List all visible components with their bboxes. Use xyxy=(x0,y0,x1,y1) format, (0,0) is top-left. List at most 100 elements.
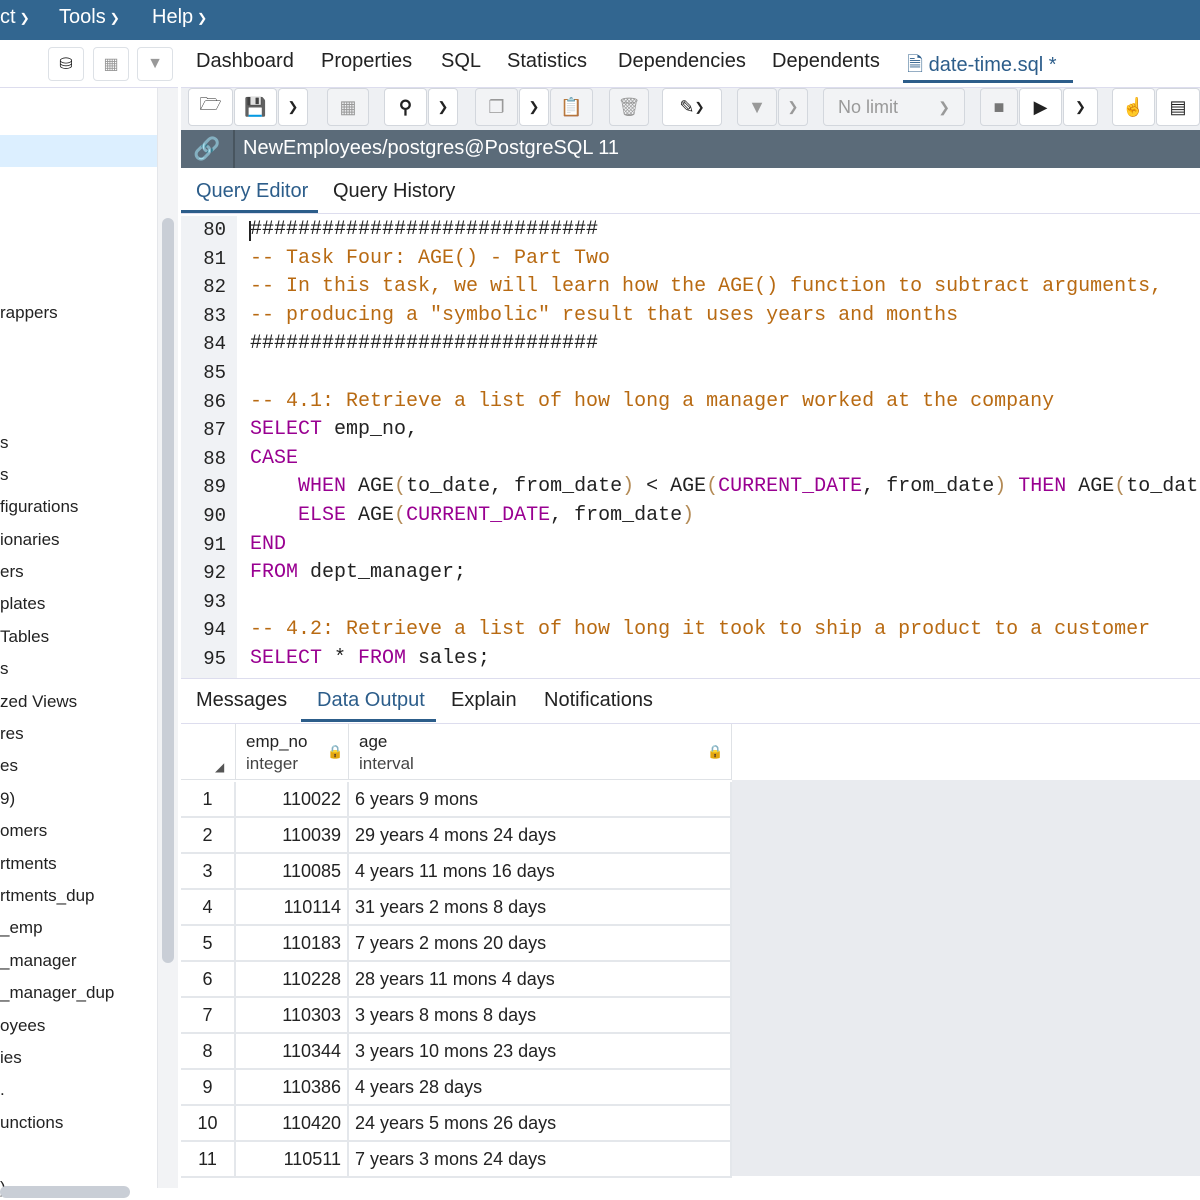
table-row[interactable]: 3 110085 4 years 11 mons 16 days xyxy=(181,854,732,890)
paste-button[interactable]: 📋 xyxy=(550,88,593,126)
cell-emp-no[interactable]: 110085 xyxy=(236,854,349,888)
tree-scrollbar-thumb[interactable] xyxy=(162,218,174,963)
cell-age[interactable]: 7 years 2 mons 20 days xyxy=(349,926,732,960)
tree-item[interactable] xyxy=(0,265,157,297)
connection-bar[interactable]: 🔗 NewEmployees/postgres@PostgreSQL 11 xyxy=(181,130,1200,168)
tree-item[interactable]: ies xyxy=(0,1042,157,1074)
tree-item[interactable]: unctions xyxy=(0,1107,157,1139)
cell-emp-no[interactable]: 110344 xyxy=(236,1034,349,1068)
cell-emp-no[interactable]: 110114 xyxy=(236,890,349,924)
delete-button[interactable]: 🗑 xyxy=(609,88,649,126)
filter-button[interactable]: ▼ xyxy=(737,88,777,126)
tree-item[interactable]: res xyxy=(0,718,157,750)
cell-emp-no[interactable]: 110228 xyxy=(236,962,349,996)
menu-help[interactable]: Help ❯ xyxy=(152,6,207,29)
row-number[interactable]: 6 xyxy=(181,962,236,996)
cell-emp-no[interactable]: 110386 xyxy=(236,1070,349,1104)
cell-emp-no[interactable]: 110022 xyxy=(236,782,349,816)
tab-query-history[interactable]: Query History xyxy=(333,180,455,203)
tab-dependents[interactable]: Dependents xyxy=(772,50,880,73)
tree-item[interactable]: s xyxy=(0,459,157,491)
cell-emp-no[interactable]: 110511 xyxy=(236,1142,349,1176)
limit-select[interactable]: No limit ❯ xyxy=(823,88,965,126)
tree-item[interactable] xyxy=(0,394,157,426)
row-number[interactable]: 8 xyxy=(181,1034,236,1068)
tree-item[interactable] xyxy=(0,329,157,361)
tab-query-editor[interactable]: Query Editor xyxy=(196,180,308,203)
execute-button[interactable]: ▶ xyxy=(1019,88,1062,126)
cell-age[interactable]: 3 years 8 mons 8 days xyxy=(349,998,732,1032)
cell-age[interactable]: 31 years 2 mons 8 days xyxy=(349,890,732,924)
query-tool-button[interactable]: ⛁ xyxy=(48,47,84,81)
row-number[interactable]: 7 xyxy=(181,998,236,1032)
column-header-age[interactable]: age interval 🔒 xyxy=(349,724,732,780)
tree-item[interactable] xyxy=(0,232,157,264)
tree-item[interactable] xyxy=(0,167,157,199)
cell-age[interactable]: 7 years 3 mons 24 days xyxy=(349,1142,732,1176)
cell-emp-no[interactable]: 110303 xyxy=(236,998,349,1032)
tree-horizontal-scrollbar[interactable] xyxy=(0,1186,130,1198)
menu-tools[interactable]: Tools ❯ xyxy=(59,6,120,29)
tree-item[interactable]: rtments_dup xyxy=(0,880,157,912)
filter-rows-button[interactable]: ▼ xyxy=(137,47,173,81)
cell-emp-no[interactable]: 110183 xyxy=(236,926,349,960)
tab-data-output[interactable]: Data Output xyxy=(317,689,425,712)
menu-object[interactable]: ct ❯ xyxy=(0,6,30,29)
tree-item[interactable]: oyees xyxy=(0,1010,157,1042)
cell-age[interactable]: 4 years 28 days xyxy=(349,1070,732,1104)
open-file-button[interactable]: 🗁 xyxy=(188,88,233,126)
tree-item[interactable]: figurations xyxy=(0,491,157,523)
row-number[interactable]: 5 xyxy=(181,926,236,960)
explain-button[interactable]: ☝ xyxy=(1112,88,1155,126)
table-row[interactable]: 6 110228 28 years 11 mons 4 days xyxy=(181,962,732,998)
tree-item[interactable]: 9) xyxy=(0,783,157,815)
tree-item[interactable]: omers xyxy=(0,815,157,847)
save-button[interactable]: 💾 xyxy=(234,88,277,126)
cell-age[interactable]: 28 years 11 mons 4 days xyxy=(349,962,732,996)
tab-sql[interactable]: SQL xyxy=(441,50,481,73)
tab-dependencies[interactable]: Dependencies xyxy=(618,50,746,73)
tab-explain[interactable]: Explain xyxy=(451,689,517,712)
tree-item[interactable]: es xyxy=(0,750,157,782)
cell-age[interactable]: 3 years 10 mons 23 days xyxy=(349,1034,732,1068)
row-number[interactable]: 3 xyxy=(181,854,236,888)
select-all-corner[interactable]: ◢ xyxy=(181,724,236,780)
tree-item[interactable]: _manager xyxy=(0,945,157,977)
tree-item[interactable]: Tables xyxy=(0,621,157,653)
tab-messages[interactable]: Messages xyxy=(196,689,287,712)
column-header-emp-no[interactable]: emp_no integer 🔒 xyxy=(236,724,349,780)
find-dropdown[interactable]: ❯ xyxy=(428,88,458,126)
tree-item[interactable]: zed Views xyxy=(0,686,157,718)
cell-age[interactable]: 29 years 4 mons 24 days xyxy=(349,818,732,852)
cell-age[interactable]: 4 years 11 mons 16 days xyxy=(349,854,732,888)
table-row[interactable]: 5 110183 7 years 2 mons 20 days xyxy=(181,926,732,962)
view-data-button[interactable]: ▦ xyxy=(93,47,129,81)
tree-item[interactable] xyxy=(0,362,157,394)
tree-item[interactable]: rappers xyxy=(0,297,157,329)
stop-button[interactable]: ■ xyxy=(980,88,1018,126)
execute-dropdown[interactable]: ❯ xyxy=(1063,88,1098,126)
save-dropdown[interactable]: ❯ xyxy=(278,88,308,126)
tree-item[interactable]: s xyxy=(0,653,157,685)
row-number[interactable]: 2 xyxy=(181,818,236,852)
tree-item[interactable] xyxy=(0,135,157,168)
sql-editor[interactable]: 80 81 82 83 84 85 86 87 88 89 90 91 92 93 94 95 #######… xyxy=(181,216,1200,678)
find-button[interactable]: ⚲ xyxy=(384,88,427,126)
tab-statistics[interactable]: Statistics xyxy=(507,50,587,73)
filter-dropdown[interactable]: ❯ xyxy=(778,88,808,126)
tree-item[interactable]: rtments xyxy=(0,848,157,880)
edit-data-button[interactable]: ▦ xyxy=(327,88,369,126)
tab-date-time-sql[interactable]: 🗎 date-time.sql * xyxy=(907,50,1057,84)
explain-analyze-button[interactable]: ▤ xyxy=(1156,88,1200,126)
table-row[interactable]: 7 110303 3 years 8 mons 8 days xyxy=(181,998,732,1034)
copy-button[interactable]: ❐ xyxy=(475,88,518,126)
tree-item[interactable]: plates xyxy=(0,588,157,620)
table-row[interactable]: 10 110420 24 years 5 mons 26 days xyxy=(181,1106,732,1142)
tree-item[interactable]: _emp xyxy=(0,912,157,944)
table-row[interactable]: 1 110022 6 years 9 mons xyxy=(181,782,732,818)
table-row[interactable]: 11 110511 7 years 3 mons 24 days xyxy=(181,1142,732,1178)
tab-notifications[interactable]: Notifications xyxy=(544,689,653,712)
cell-age[interactable]: 6 years 9 mons xyxy=(349,782,732,816)
table-row[interactable]: 8 110344 3 years 10 mons 23 days xyxy=(181,1034,732,1070)
cell-emp-no[interactable]: 110039 xyxy=(236,818,349,852)
